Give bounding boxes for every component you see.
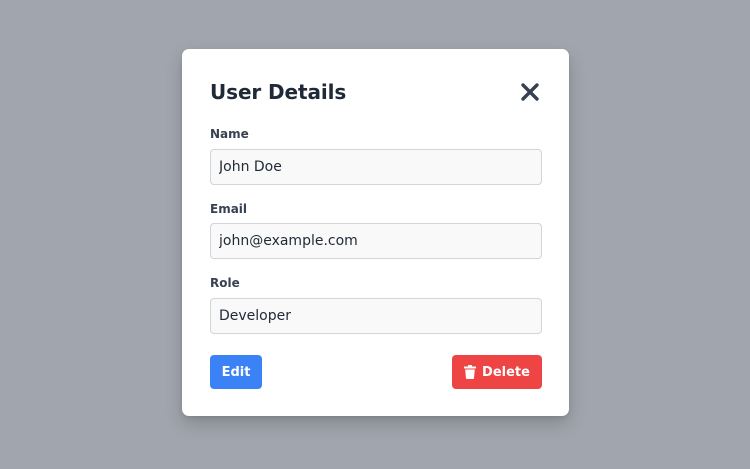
close-button[interactable] bbox=[519, 81, 541, 103]
role-label: Role bbox=[210, 276, 240, 290]
delete-button-label: Delete bbox=[482, 364, 530, 380]
modal-title: User Details bbox=[210, 80, 347, 104]
modal-header: User Details bbox=[210, 77, 541, 107]
trash-icon bbox=[464, 365, 477, 379]
role-field[interactable] bbox=[210, 298, 542, 334]
delete-button[interactable]: Delete bbox=[452, 355, 542, 389]
close-icon bbox=[519, 81, 541, 103]
user-details-modal: User Details Name Email Role Edit Delete bbox=[182, 49, 569, 416]
email-field[interactable] bbox=[210, 223, 542, 259]
edit-button[interactable]: Edit bbox=[210, 355, 262, 389]
name-label: Name bbox=[210, 127, 249, 141]
email-label: Email bbox=[210, 202, 248, 216]
name-field[interactable] bbox=[210, 149, 542, 185]
edit-button-label: Edit bbox=[221, 364, 251, 380]
